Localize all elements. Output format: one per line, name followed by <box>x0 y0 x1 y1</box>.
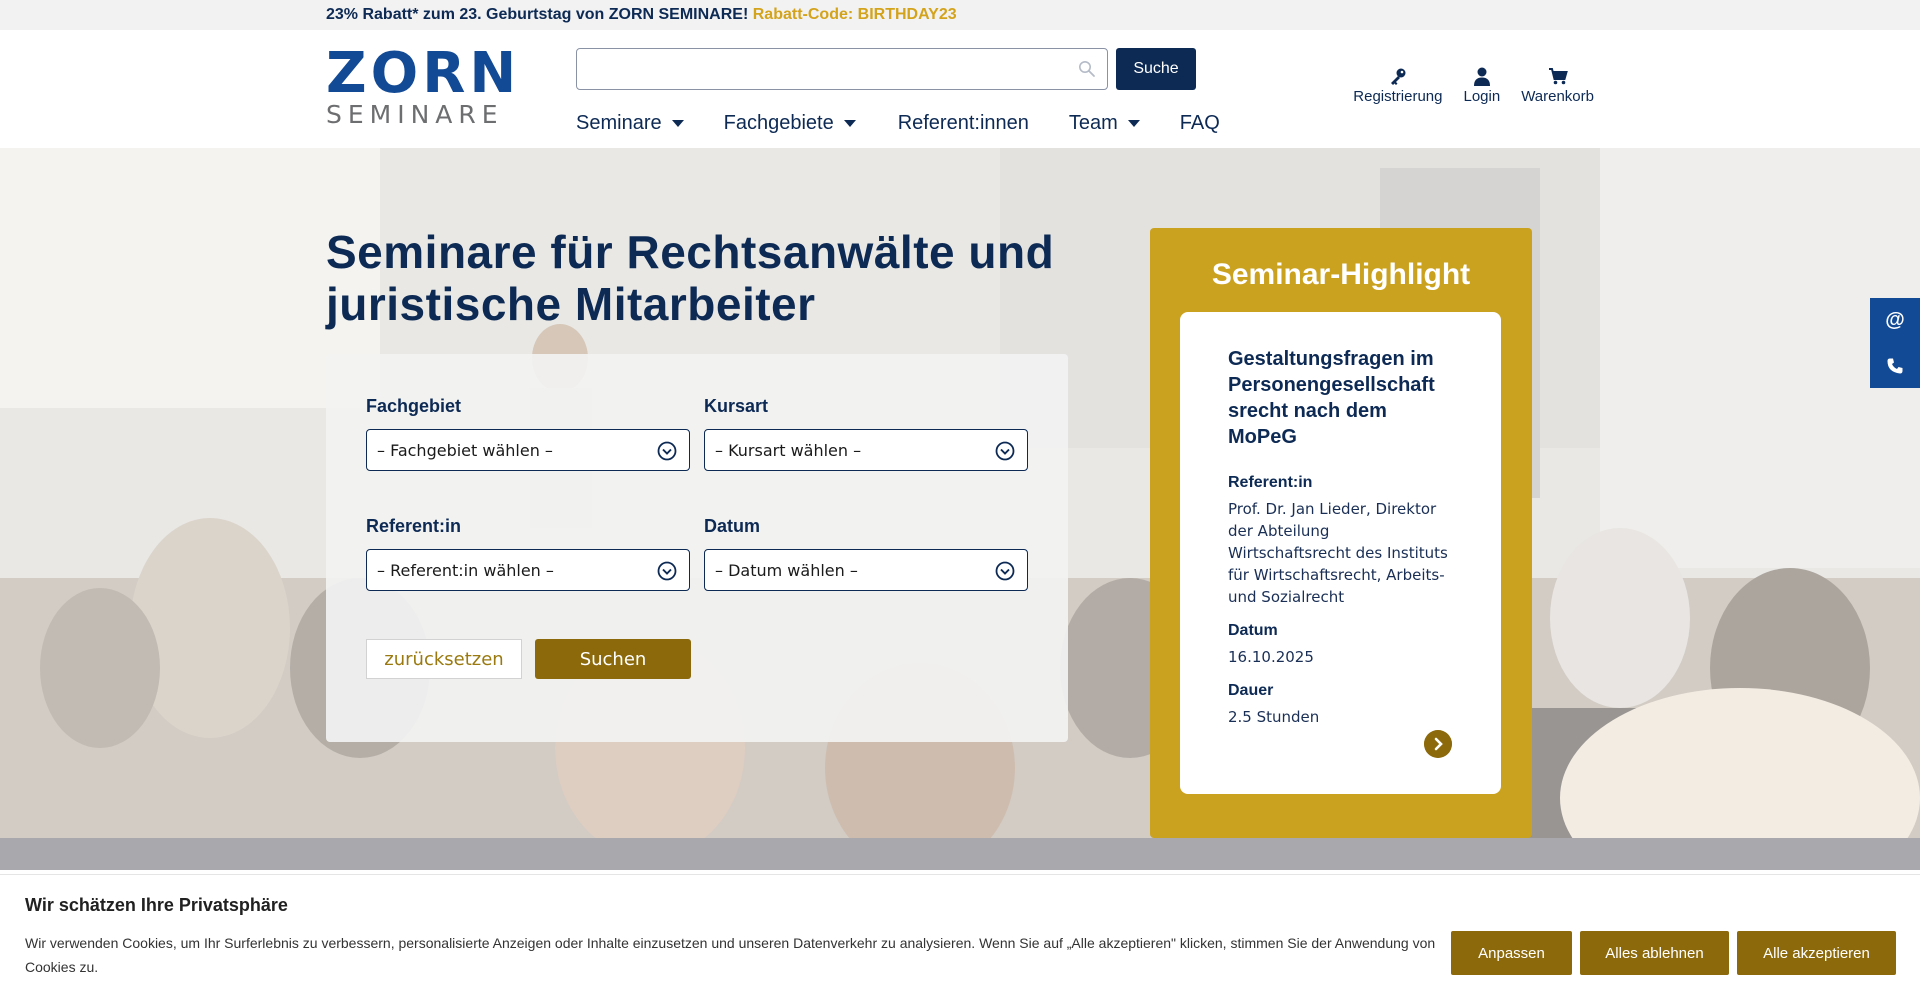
highlight-heading: Seminar-Highlight <box>1211 258 1471 291</box>
nav-label: Team <box>1068 111 1118 134</box>
kursart-label: Kursart <box>704 396 769 416</box>
highlight-card[interactable]: Gestaltungsfragen im Personengesellschaf… <box>1180 312 1501 794</box>
fachgebiet-value: – Fachgebiet wählen – <box>377 440 553 460</box>
site-header: ZORN SEMINARE Suche Seminare Fachgebiete… <box>0 30 1920 148</box>
promo-text: 23% Rabatt* zum 23. Geburtstag von ZORN … <box>326 6 957 24</box>
nav-label: Referent:innen <box>897 111 1029 134</box>
email-icon[interactable]: @ <box>1870 298 1920 343</box>
chevron-circle-down-icon <box>657 561 677 581</box>
hero-title: Seminare für Rechtsanwälte und juristisc… <box>326 226 1055 330</box>
cookie-text: Wir verwenden Cookies, um Ihr Surferlebn… <box>25 935 1436 975</box>
chevron-right-icon[interactable] <box>1424 730 1452 758</box>
search-input[interactable] <box>576 48 1108 90</box>
fachgebiet-select[interactable]: – Fachgebiet wählen – <box>366 429 690 471</box>
cart-label: Warenkorb <box>1521 88 1594 105</box>
chevron-circle-down-icon <box>657 441 677 461</box>
cookie-banner: Wir schätzen Ihre Privatsphäre Wir verwe… <box>0 874 1920 993</box>
logo-wordmark: ZORN <box>326 41 521 106</box>
chevron-circle-down-icon <box>995 561 1015 581</box>
kursart-select[interactable]: – Kursart wählen – <box>704 429 1028 471</box>
nav-label: Fachgebiete <box>723 111 834 134</box>
nav-seminare[interactable]: Seminare <box>576 112 684 135</box>
promo-message: 23% Rabatt* zum 23. Geburtstag von ZORN … <box>326 6 749 23</box>
referent-select[interactable]: – Referent:in wählen – <box>366 549 690 591</box>
caret-down-icon <box>843 119 856 127</box>
phone-icon[interactable] <box>1870 343 1920 388</box>
user-icon <box>1473 67 1490 86</box>
side-contact-tab: @ <box>1870 298 1920 388</box>
datum-label: Datum <box>704 516 761 536</box>
highlight-referent-label: Referent:in <box>1228 474 1313 491</box>
datum-select[interactable]: – Datum wählen – <box>704 549 1028 591</box>
referent-label: Referent:in <box>366 516 462 536</box>
chevron-circle-down-icon <box>995 441 1015 461</box>
reset-button[interactable]: zurücksetzen <box>366 639 522 679</box>
login-link[interactable]: Login <box>1463 66 1500 105</box>
search-button[interactable]: Suche <box>1116 48 1196 90</box>
nav-label: FAQ <box>1179 111 1220 134</box>
cookie-title: Wir schätzen Ihre Privatsphäre <box>25 895 288 915</box>
highlight-dauer: 2.5 Stunden <box>1228 708 1320 726</box>
nav-faq[interactable]: FAQ <box>1180 112 1220 135</box>
cookie-reject-button[interactable]: Alles ablehnen <box>1580 931 1729 975</box>
nav-team[interactable]: Team <box>1069 112 1140 135</box>
fachgebiet-label: Fachgebiet <box>366 396 462 416</box>
promo-bar: 23% Rabatt* zum 23. Geburtstag von ZORN … <box>0 0 1920 30</box>
seminar-filter-panel: Fachgebiet – Fachgebiet wählen – Kursart… <box>326 354 1068 742</box>
cart-link[interactable]: Warenkorb <box>1521 66 1594 105</box>
phone-glyph <box>1887 358 1903 373</box>
nav-referentinnen[interactable]: Referent:innen <box>898 112 1029 135</box>
highlight-dauer-label: Dauer <box>1228 682 1274 699</box>
nav-fachgebiete[interactable]: Fachgebiete <box>724 112 856 135</box>
register-link[interactable]: Registrierung <box>1353 66 1442 105</box>
filter-search-button[interactable]: Suchen <box>535 639 691 679</box>
register-label: Registrierung <box>1353 88 1443 105</box>
highlight-referent: Prof. Dr. Jan Lieder, Direktor der Abtei… <box>1228 500 1448 606</box>
key-icon <box>1390 68 1406 85</box>
promo-code: Rabatt-Code: BIRTHDAY23 <box>752 6 957 23</box>
highlight-seminar-title[interactable]: Gestaltungsfragen im Personengesellschaf… <box>1228 346 1457 450</box>
seminar-highlight-box: Seminar-Highlight Gestaltungsfragen im P… <box>1150 228 1532 838</box>
logo-subline: SEMINARE <box>326 100 504 129</box>
caret-down-icon <box>671 119 684 127</box>
main-nav: Seminare Fachgebiete Referent:innen Team… <box>576 106 1220 140</box>
caret-down-icon <box>1127 119 1140 127</box>
highlight-datum: 16.10.2025 <box>1228 648 1314 666</box>
login-label: Login <box>1463 88 1501 105</box>
cookie-customize-button[interactable]: Anpassen <box>1451 931 1572 975</box>
highlight-datum-label: Datum <box>1228 622 1278 639</box>
referent-value: – Referent:in wählen – <box>377 560 554 580</box>
zorn-seminare-logo[interactable]: ZORN SEMINARE <box>326 41 521 129</box>
header-actions: Registrierung Login Warenkorb <box>1332 66 1594 105</box>
search-icon <box>1079 61 1095 77</box>
hero-section: Seminare für Rechtsanwälte und juristisc… <box>0 148 1920 870</box>
cart-icon <box>1548 68 1568 85</box>
datum-value: – Datum wählen – <box>715 560 858 580</box>
cookie-accept-button[interactable]: Alle akzeptieren <box>1737 931 1896 975</box>
nav-label: Seminare <box>576 111 662 134</box>
kursart-value: – Kursart wählen – <box>715 440 862 460</box>
